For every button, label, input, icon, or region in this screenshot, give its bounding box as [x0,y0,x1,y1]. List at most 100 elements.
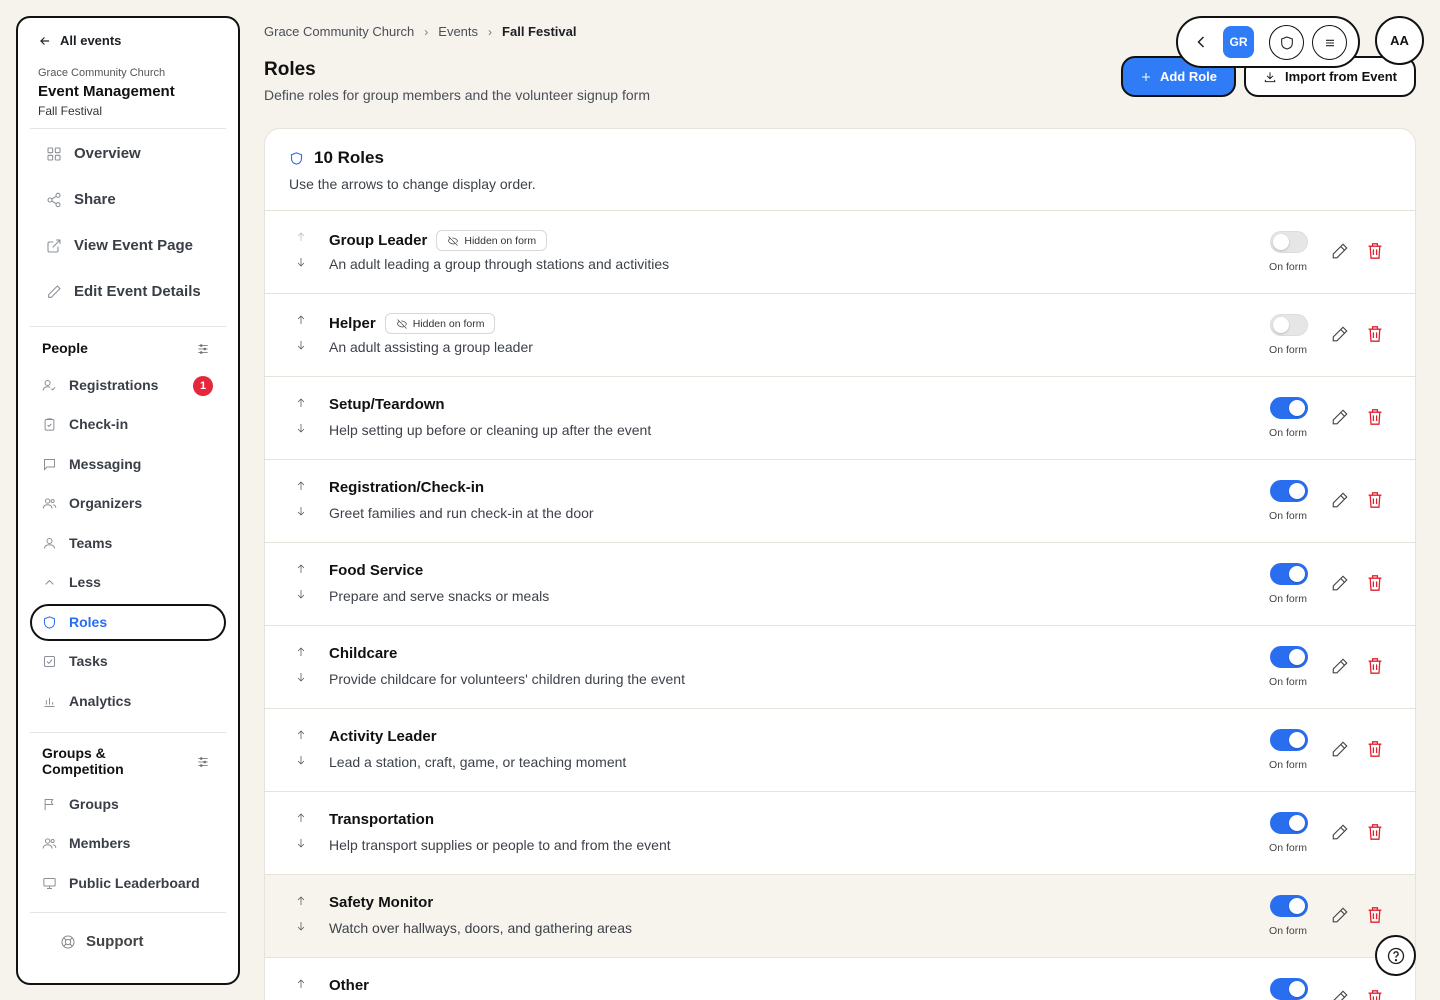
on-form-toggle[interactable] [1270,314,1308,336]
role-list: Group Leader Hidden on form An adult lea… [265,211,1415,1000]
user-avatar[interactable]: AA [1375,16,1424,65]
move-up-button[interactable] [295,728,307,740]
sidebar-item-view-event-page[interactable]: View Event Page [46,237,193,254]
sidebar-item-messaging[interactable]: Messaging [42,456,141,472]
chevron-up-icon [45,579,54,585]
collapse-toolbar-button[interactable] [1191,32,1211,52]
sidebar-item-groups[interactable]: Groups [42,796,119,812]
move-up-button[interactable] [295,811,307,823]
move-down-button[interactable] [295,587,307,599]
help-button[interactable] [1375,935,1416,976]
groups-section-settings[interactable] [196,755,210,769]
delete-role-button[interactable] [1367,408,1383,426]
sidebar: All events Grace Community Church Event … [16,16,240,985]
on-form-toggle[interactable] [1270,978,1308,1000]
sidebar-item-analytics[interactable]: Analytics [42,693,131,709]
sidebar-item-less[interactable]: Less [42,574,101,590]
move-down-button[interactable] [295,338,307,350]
hidden-on-form-label: Hidden on form [464,234,537,247]
move-up-button[interactable] [295,396,307,408]
sidebar-item-roles[interactable]: Roles [42,614,107,630]
arrow-down-icon [297,424,305,433]
security-button[interactable] [1269,25,1304,60]
sidebar-item-teams[interactable]: Teams [42,535,112,551]
edit-role-button[interactable] [1331,906,1349,924]
move-down-button[interactable] [295,670,307,682]
move-up-button[interactable] [295,645,307,657]
move-up-button[interactable] [295,894,307,906]
sidebar-divider [30,128,226,129]
delete-role-button[interactable] [1367,491,1383,509]
on-form-toggle[interactable] [1270,397,1308,419]
edit-role-button[interactable] [1331,740,1349,758]
on-form-toggle[interactable] [1270,729,1308,751]
delete-role-button[interactable] [1367,906,1383,924]
role-title-line: Food Service [329,562,423,579]
on-form-toggle[interactable] [1270,480,1308,502]
sidebar-divider [30,326,226,327]
delete-role-button[interactable] [1367,242,1383,260]
registrations-count-badge: 1 [193,376,213,396]
role-title-line: Setup/Teardown [329,396,445,413]
sidebar-item-label: Public Leaderboard [69,875,200,891]
move-down-button[interactable] [295,421,307,433]
move-down-button[interactable] [295,255,307,267]
sidebar-item-public-leaderboard[interactable]: Public Leaderboard [42,875,200,891]
edit-role-button[interactable] [1331,408,1349,426]
menu-button[interactable] [1312,25,1347,60]
edit-role-button[interactable] [1331,491,1349,509]
move-up-button[interactable] [295,562,307,574]
sidebar-item-tasks[interactable]: Tasks [42,653,108,669]
delete-role-button[interactable] [1367,740,1383,758]
edit-role-button[interactable] [1331,989,1349,1000]
page-title: Roles [264,59,316,80]
delete-role-button[interactable] [1367,657,1383,675]
arrow-left-icon [40,36,50,45]
breadcrumb-events[interactable]: Events [438,24,478,39]
sidebar-item-members[interactable]: Members [42,835,130,851]
on-form-label: On form [1269,261,1307,273]
move-up-button[interactable] [295,313,307,325]
sidebar-item-edit-event-details[interactable]: Edit Event Details [46,283,201,300]
on-form-toggle[interactable] [1270,563,1308,585]
breadcrumb-org[interactable]: Grace Community Church [264,24,414,39]
toggle-knob [1289,566,1305,582]
on-form-toggle[interactable] [1270,646,1308,668]
edit-role-button[interactable] [1331,325,1349,343]
on-form-toggle[interactable] [1270,812,1308,834]
edit-role-button[interactable] [1331,574,1349,592]
move-up-button[interactable] [295,479,307,491]
support-link[interactable]: Support [60,933,144,950]
sidebar-item-overview[interactable]: Overview [46,145,141,162]
sidebar-item-registrations[interactable]: Registrations [42,377,158,393]
chevron-right-icon: › [424,24,429,39]
workspace-badge[interactable]: GR [1223,26,1254,58]
role-row: Registration/Check-in Greet families and… [265,460,1415,543]
on-form-toggle[interactable] [1270,895,1308,917]
delete-role-button[interactable] [1367,823,1383,841]
org-name: Grace Community Church [38,67,166,79]
move-down-button[interactable] [295,836,307,848]
arrow-down-icon [297,673,305,682]
role-title-line: Group Leader Hidden on form [329,230,548,251]
sidebar-item-check-in[interactable]: Check-in [42,416,128,432]
edit-role-button[interactable] [1331,823,1349,841]
people-section-settings[interactable] [196,342,210,356]
sidebar-item-share[interactable]: Share [46,191,116,208]
sidebar-item-organizers[interactable]: Organizers [42,495,142,511]
move-up-button[interactable] [295,230,307,242]
on-form-toggle[interactable] [1270,231,1308,253]
edit-role-button[interactable] [1331,242,1349,260]
all-events-link[interactable]: All events [38,33,121,48]
move-down-button[interactable] [295,919,307,931]
delete-role-button[interactable] [1367,574,1383,592]
move-down-button[interactable] [295,753,307,765]
move-down-button[interactable] [295,504,307,516]
floating-toolbar: GR [1176,16,1360,68]
move-up-button[interactable] [295,977,307,989]
sidebar-item-label: Edit Event Details [74,283,201,300]
delete-role-button[interactable] [1367,989,1383,1000]
pencil-icon [1332,824,1348,840]
edit-role-button[interactable] [1331,657,1349,675]
delete-role-button[interactable] [1367,325,1383,343]
